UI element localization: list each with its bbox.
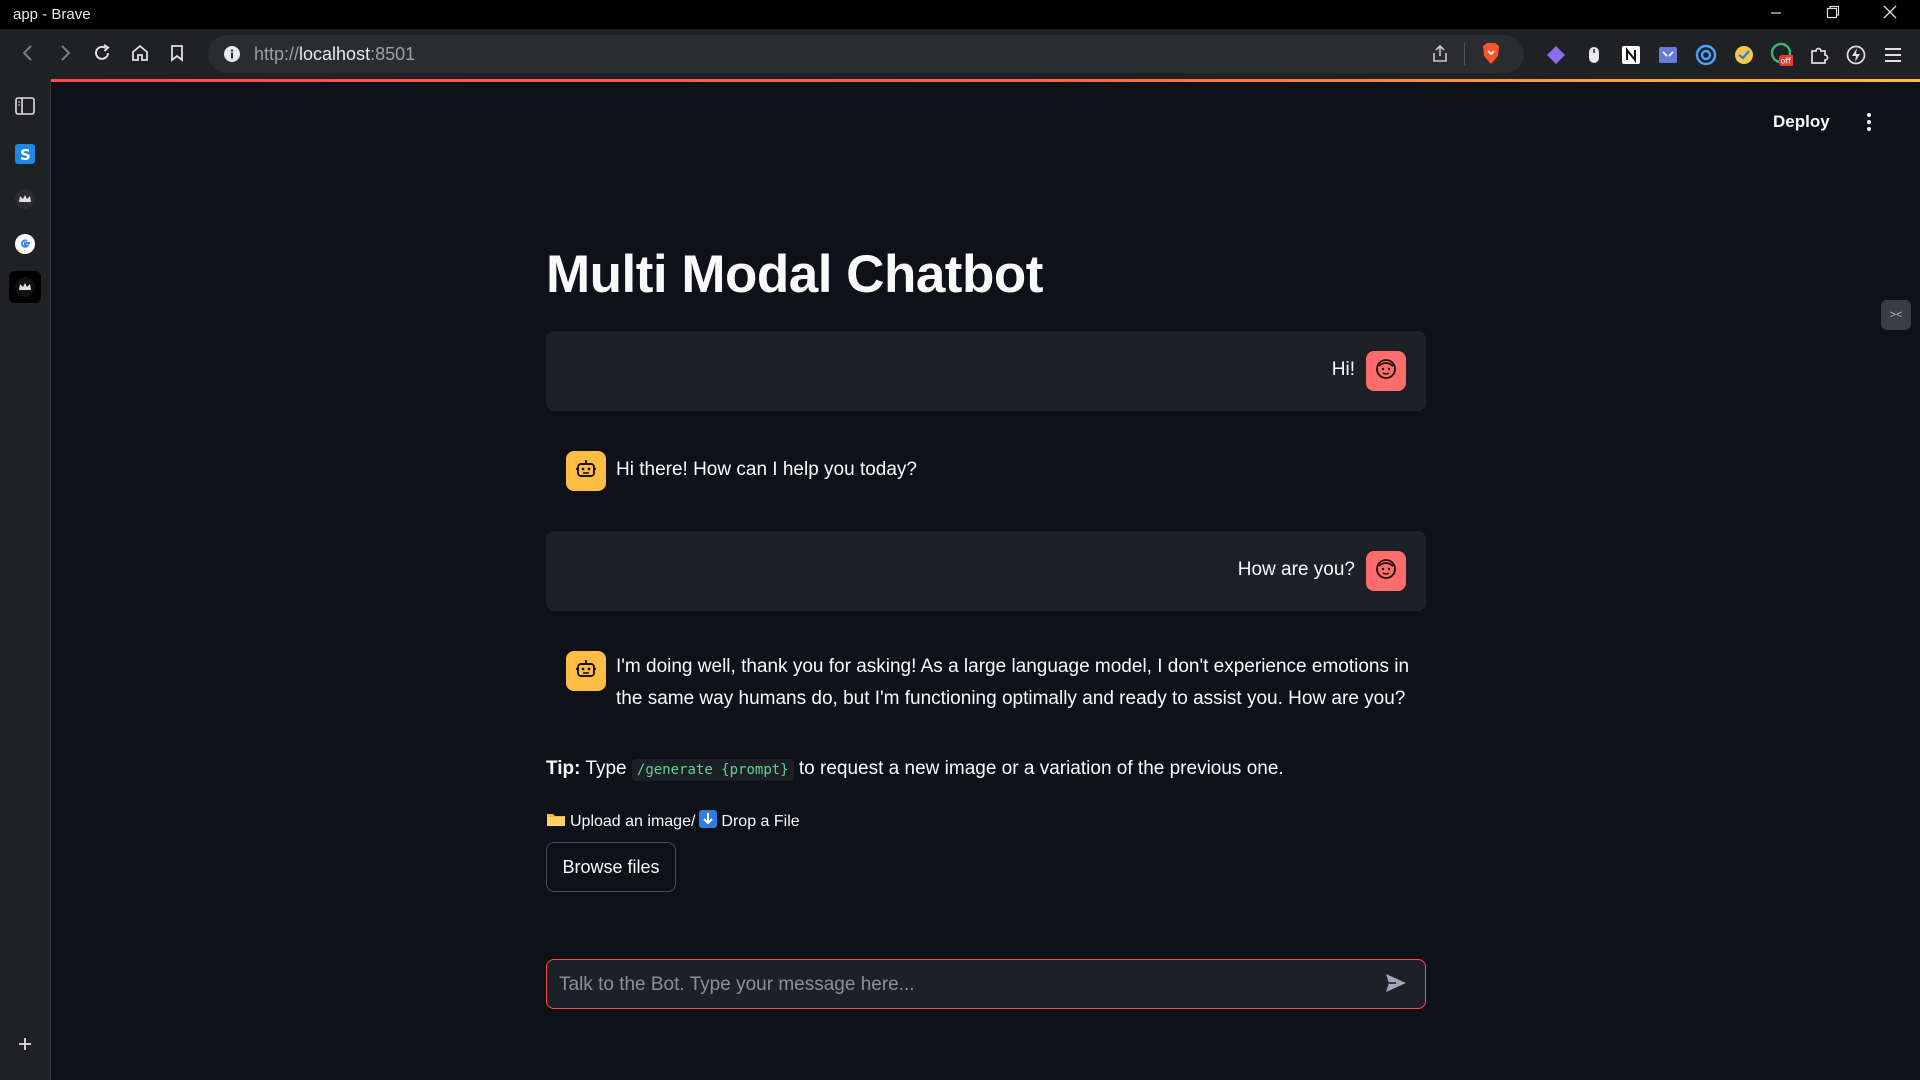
site-info-icon[interactable] (223, 45, 241, 68)
browser-toolbar: http://localhost:8501 off (0, 29, 1920, 80)
url-divider (1464, 43, 1465, 65)
notion-extension-icon[interactable] (1619, 43, 1643, 67)
extension-check-icon[interactable] (1732, 43, 1756, 67)
sidebar-shortcut-crown-active-icon[interactable] (9, 271, 41, 303)
deploy-button[interactable]: Deploy (1773, 112, 1830, 132)
url-text: http://localhost:8501 (254, 43, 416, 64)
restore-icon (1826, 5, 1840, 24)
sidebar-shortcut-crown-icon[interactable] (9, 183, 41, 215)
reload-icon (92, 43, 112, 68)
sidebar-toggle-icon[interactable] (9, 90, 41, 122)
extension-mouse-icon[interactable] (1582, 43, 1606, 67)
message-text: Hi! (1331, 359, 1355, 380)
sidebar-google-icon[interactable] (9, 228, 41, 260)
page-title: Multi Modal Chatbot (546, 245, 1043, 304)
upload-label: Upload an image/ Drop a File (546, 810, 800, 833)
streamlit-app: Deploy >< Multi Modal Chatbot Hi! Hi the… (51, 82, 1920, 1080)
tip-label: Tip: (546, 758, 581, 779)
menu-hamburger-icon[interactable] (1881, 43, 1905, 67)
tip-before: Type (580, 758, 632, 779)
browser-sidebar: S (0, 80, 51, 1080)
chat-message-assistant: Hi there! How can I help you today? (546, 431, 1426, 511)
send-button[interactable] (1383, 972, 1409, 998)
extension-off-icon[interactable]: off (1769, 42, 1793, 67)
tip-text: Tip: Type /generate {prompt} to request … (546, 758, 1284, 781)
arrow-right-icon (55, 43, 75, 68)
window-title: app - Brave (13, 6, 91, 23)
brave-shields-icon[interactable] (1480, 42, 1502, 71)
chat-input[interactable] (557, 960, 1361, 1010)
bot-avatar (566, 651, 606, 691)
folder-icon (546, 810, 566, 833)
user-avatar (1366, 351, 1406, 391)
window-titlebar: app - Brave (0, 0, 1920, 29)
user-face-icon (1374, 557, 1398, 586)
sidebar-shortcut-s-icon[interactable]: S (9, 138, 41, 170)
minimize-icon (1770, 6, 1782, 24)
close-icon (1883, 5, 1897, 24)
restore-button[interactable] (1805, 0, 1861, 29)
address-bar[interactable]: http://localhost:8501 (208, 35, 1524, 73)
reload-button[interactable] (88, 41, 116, 69)
send-icon (1384, 971, 1408, 1000)
extension-target-icon[interactable] (1694, 43, 1718, 67)
bookmark-icon (167, 43, 187, 68)
message-text: How are you? (1237, 559, 1355, 580)
browse-files-button[interactable]: Browse files (546, 842, 676, 892)
svg-text:S: S (20, 146, 31, 164)
user-face-icon (1374, 357, 1398, 386)
share-icon[interactable] (1430, 44, 1450, 69)
message-text-line-1: I'm doing well, thank you for asking! As… (616, 656, 1410, 677)
bot-avatar (566, 451, 606, 491)
close-window-button[interactable] (1862, 0, 1918, 29)
home-button[interactable] (126, 41, 154, 69)
minimize-button[interactable] (1748, 0, 1804, 29)
home-icon (130, 43, 150, 68)
back-button[interactable] (14, 41, 42, 69)
forward-button[interactable] (51, 41, 79, 69)
arrow-left-icon (18, 43, 38, 68)
more-options-icon[interactable] (1859, 107, 1879, 137)
extension-diamond-icon[interactable] (1544, 43, 1568, 67)
chat-message-user: Hi! (546, 331, 1426, 411)
down-arrow-icon (699, 810, 718, 833)
robot-icon (574, 457, 598, 486)
leo-ai-icon[interactable] (1844, 43, 1868, 67)
sidebar-add-icon[interactable] (9, 1028, 41, 1060)
upload-label-part1: Upload an image/ (570, 812, 696, 830)
chat-message-assistant: I'm doing well, thank you for asking! As… (546, 631, 1426, 731)
chat-input-container (546, 959, 1426, 1010)
tip-code: /generate {prompt} (631, 759, 794, 781)
extension-window-icon[interactable] (1656, 43, 1680, 67)
message-text: Hi there! How can I help you today? (616, 459, 918, 480)
user-avatar (1366, 551, 1406, 591)
chat-message-user: How are you? (546, 531, 1426, 611)
bookmark-button[interactable] (163, 41, 191, 69)
tip-after: to request a new image or a variation of… (793, 758, 1284, 779)
message-text-line-2: the same way humans do, but I'm function… (616, 688, 1406, 709)
robot-icon (574, 657, 598, 686)
upload-label-part2: Drop a File (721, 812, 800, 830)
svg-text:off: off (1781, 57, 1792, 66)
collapsed-panel-tab-icon[interactable]: >< (1881, 300, 1911, 330)
extensions-puzzle-icon[interactable] (1807, 43, 1831, 67)
